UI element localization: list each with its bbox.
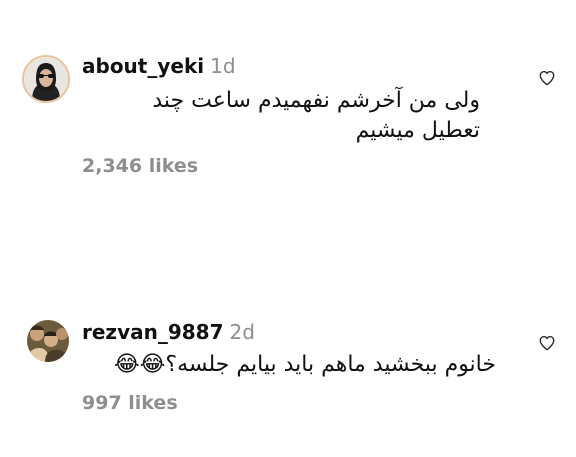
like-count[interactable]: 997 likes: [82, 392, 178, 414]
comment-item: about_yeki 1d ولی من آخرشم نفهمیدم ساعت چ…: [0, 0, 576, 200]
like-count[interactable]: 2,346 likes: [82, 155, 198, 177]
profile-photo-icon: [24, 57, 68, 101]
heart-outline-icon[interactable]: [538, 69, 556, 87]
comment-timestamp[interactable]: 2d: [230, 320, 255, 344]
comment-header: about_yeki 1d: [82, 54, 236, 78]
comment-username[interactable]: about_yeki: [82, 54, 204, 78]
comment-username[interactable]: rezvan_9887: [82, 320, 224, 344]
avatar[interactable]: [27, 320, 69, 362]
comment-text: خانوم ببخشید ماهم باید بیایم جلسه؟😂😂: [113, 352, 496, 377]
profile-photo-icon: [27, 320, 69, 362]
avatar[interactable]: [22, 55, 70, 103]
heart-outline-icon[interactable]: [538, 334, 556, 352]
comment-item: rezvan_9887 2d خانوم ببخشید ماهم باید بیا…: [0, 290, 576, 430]
comment-timestamp[interactable]: 1d: [210, 54, 235, 78]
comment-header: rezvan_9887 2d: [82, 320, 255, 344]
comment-text: ولی من آخرشم نفهمیدم ساعت چند تعطیل میشی…: [152, 88, 480, 143]
